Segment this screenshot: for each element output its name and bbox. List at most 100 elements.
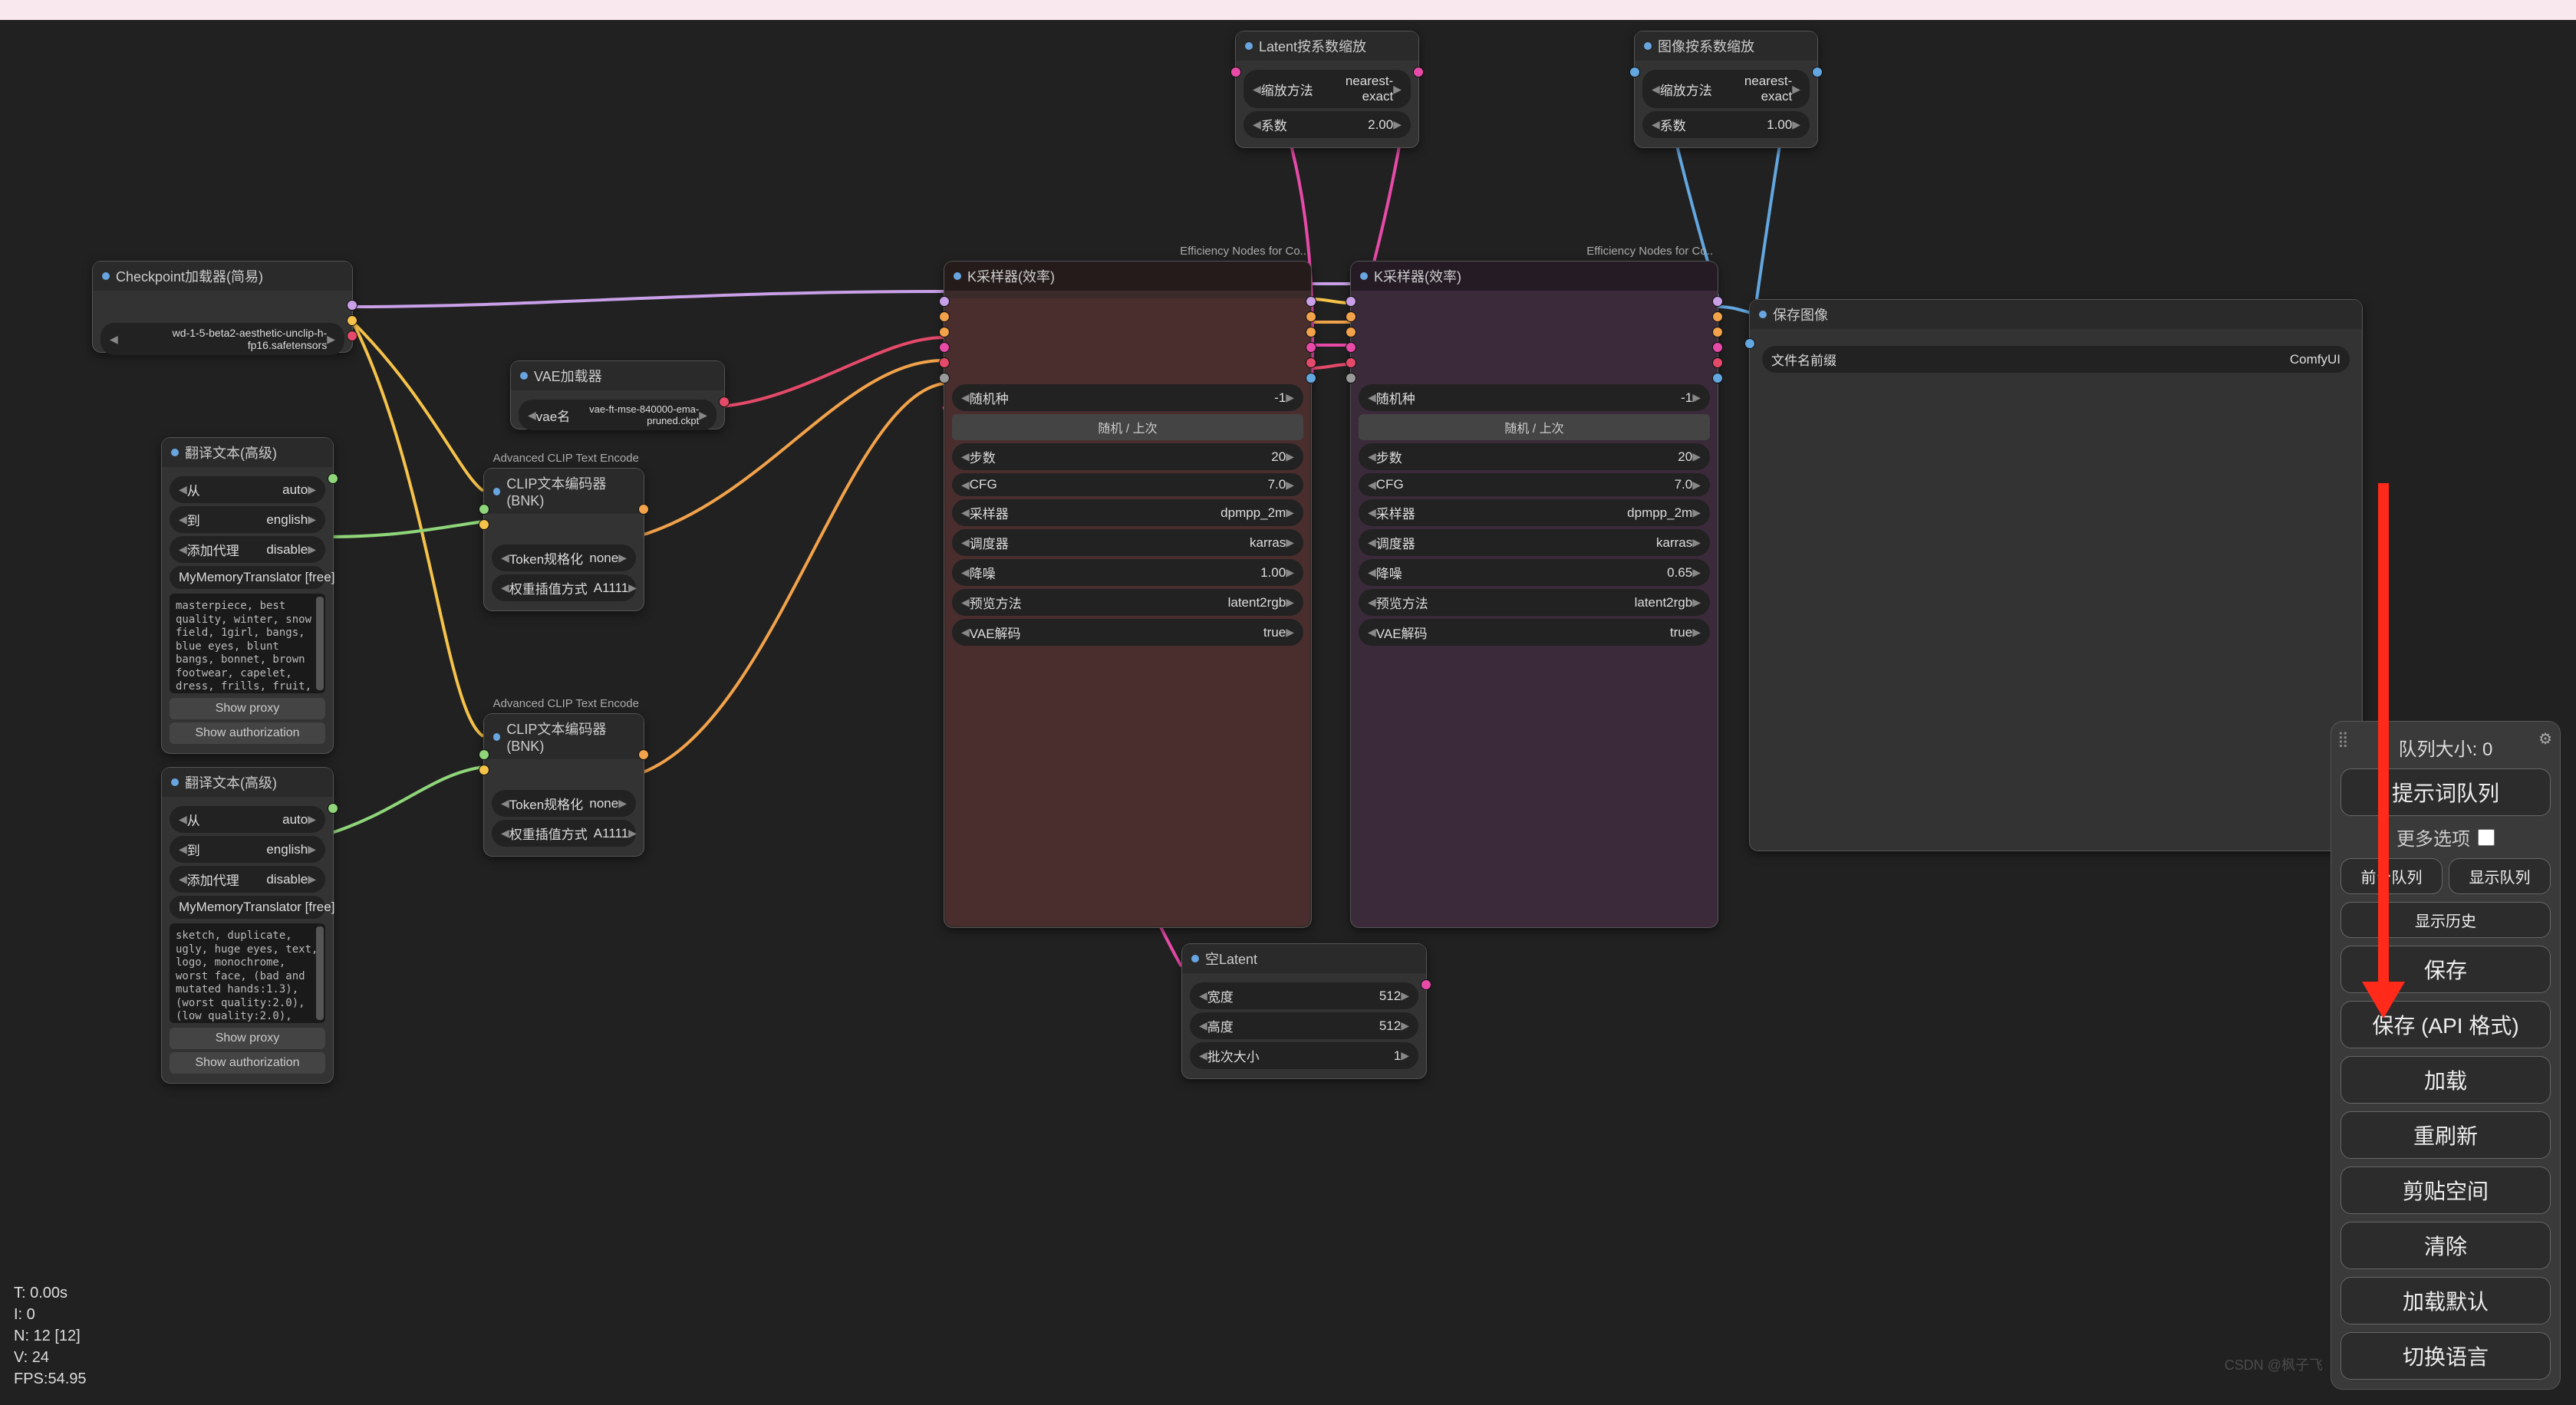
scheduler-widget[interactable]: ◀调度器karras▶ [1359,529,1710,556]
denoise-widget[interactable]: ◀降噪1.00▶ [952,559,1303,586]
show-auth-button[interactable]: Show authorization [170,1052,325,1074]
node-badge: Efficiency Nodes for Co.. [1586,245,1713,258]
node-title: CLIP文本编码器(BNK) [484,469,644,514]
node-translate-negative[interactable]: 翻译文本(高级) ◀从auto▶ ◀到english▶ ◀添加代理disable… [161,767,334,1084]
node-translate-positive[interactable]: 翻译文本(高级) ◀从auto▶ ◀到english▶ ◀添加代理disable… [161,437,334,754]
service-widget[interactable]: MyMemoryTranslator [free] [170,896,325,919]
to-widget[interactable]: ◀到english▶ [170,506,325,533]
node-save-image[interactable]: 保存图像 文件名前缀 ComfyUI [1749,299,2363,851]
stat-i: I: 0 [14,1304,87,1325]
seed-widget[interactable]: ◀随机种-1▶ [952,384,1303,411]
node-title: Latent按系数缩放 [1236,31,1418,61]
node-title: 图像按系数缩放 [1635,31,1817,61]
queue-prompt-button[interactable]: 提示词队列 [2340,768,2551,816]
node-graph-canvas[interactable]: Checkpoint加载器(简易) ◀ wd-1-5-beta2-aesthet… [0,0,2576,1405]
node-latent-scale[interactable]: Latent按系数缩放 ◀缩放方法nearest-exact▶ ◀系数2.00▶ [1235,31,1419,148]
node-title: Checkpoint加载器(简易) [93,262,352,291]
node-title: K采样器(效率) [1351,262,1718,291]
drag-grip-icon[interactable]: ⣿ [2337,729,2350,749]
node-clip-encode-negative[interactable]: Advanced CLIP Text Encode CLIP文本编码器(BNK)… [483,713,644,857]
width-widget[interactable]: ◀宽度512▶ [1190,982,1418,1009]
save-button[interactable]: 保存 [2340,946,2551,993]
refresh-button[interactable]: 重刷新 [2340,1111,2551,1159]
node-badge: Advanced CLIP Text Encode [493,452,639,465]
denoise-widget[interactable]: ◀降噪0.65▶ [1359,559,1710,586]
sampler-widget[interactable]: ◀采样器dpmpp_2m▶ [1359,499,1710,526]
vae-decode-widget[interactable]: ◀VAE解码true▶ [952,619,1303,646]
show-proxy-button[interactable]: Show proxy [170,1028,325,1049]
node-ksampler-2[interactable]: Efficiency Nodes for Co.. K采样器(效率) ◀随机种-… [1350,261,1718,928]
node-clip-encode-positive[interactable]: Advanced CLIP Text Encode CLIP文本编码器(BNK)… [483,468,644,611]
stat-v: V: 24 [14,1347,87,1368]
node-ksampler-1[interactable]: Efficiency Nodes for Co.. K采样器(效率) ◀随机种-… [944,261,1312,928]
factor-widget[interactable]: ◀系数1.00▶ [1642,111,1810,138]
node-title: CLIP文本编码器(BNK) [484,714,644,759]
show-auth-button[interactable]: Show authorization [170,722,325,744]
node-title: K采样器(效率) [944,262,1311,291]
node-title: 翻译文本(高级) [162,438,333,467]
node-title: 空Latent [1182,944,1426,973]
stats-overlay: T: 0.00s I: 0 N: 12 [12] V: 24 FPS:54.95 [14,1282,87,1390]
method-widget[interactable]: ◀缩放方法nearest-exact▶ [1642,70,1810,108]
method-widget[interactable]: ◀缩放方法nearest-exact▶ [1244,70,1411,108]
steps-widget[interactable]: ◀步数20▶ [1359,443,1710,470]
extra-options-checkbox[interactable] [2478,829,2495,846]
sampler-widget[interactable]: ◀采样器dpmpp_2m▶ [952,499,1303,526]
node-checkpoint-loader[interactable]: Checkpoint加载器(简易) ◀ wd-1-5-beta2-aesthet… [92,261,353,353]
filename-prefix-widget[interactable]: 文件名前缀 ComfyUI [1762,346,2350,373]
load-default-button[interactable]: 加载默认 [2340,1277,2551,1324]
preview-widget[interactable]: ◀预览方法latent2rgb▶ [952,589,1303,616]
to-widget[interactable]: ◀到english▶ [170,836,325,863]
height-widget[interactable]: ◀高度512▶ [1190,1012,1418,1039]
batch-widget[interactable]: ◀批次大小1▶ [1190,1042,1418,1069]
node-badge: Advanced CLIP Text Encode [493,697,639,710]
node-title: VAE加载器 [511,361,724,390]
clipspace-button[interactable]: 剪贴空间 [2340,1166,2551,1214]
seed-mode-button[interactable]: 随机 / 上次 [952,414,1303,440]
cfg-widget[interactable]: ◀CFG7.0▶ [952,473,1303,496]
node-title: 保存图像 [1750,300,2362,329]
clear-button[interactable]: 清除 [2340,1222,2551,1269]
load-button[interactable]: 加载 [2340,1056,2551,1104]
from-widget[interactable]: ◀从auto▶ [170,806,325,833]
node-image-scale[interactable]: 图像按系数缩放 ◀缩放方法nearest-exact▶ ◀系数1.00▶ [1634,31,1818,148]
view-queue-button[interactable]: 显示队列 [2449,858,2551,894]
node-vae-loader[interactable]: VAE加载器 ◀ vae名 vae-ft-mse-840000-ema-prun… [510,360,725,429]
text-widget[interactable]: sketch, duplicate, ugly, huge eyes, text… [170,923,325,1023]
cfg-widget[interactable]: ◀CFG7.0▶ [1359,473,1710,496]
ckpt-name-widget[interactable]: ◀ wd-1-5-beta2-aesthetic-unclip-h-fp16.s… [100,323,344,355]
toggle-language-button[interactable]: 切换语言 [2340,1332,2551,1380]
extra-options-label: 更多选项 [2396,824,2470,851]
settings-gear-icon[interactable]: ⚙ [2538,729,2552,749]
save-api-button[interactable]: 保存 (API 格式) [2340,1001,2551,1048]
proxy-widget[interactable]: ◀添加代理disable▶ [170,866,325,893]
token-norm-widget[interactable]: ◀Token规格化none▶ [492,790,636,817]
watermark: CSDN @枫子飞 [2225,1354,2323,1374]
stat-n: N: 12 [12] [14,1325,87,1347]
node-title: 翻译文本(高级) [162,768,333,797]
side-menu[interactable]: ⣿ ⚙ 队列大小: 0 提示词队列 更多选项 前台队列 显示队列 显示历史 保存… [2331,721,2561,1390]
stat-t: T: 0.00s [14,1282,87,1304]
token-norm-widget[interactable]: ◀Token规格化none▶ [492,545,636,571]
show-proxy-button[interactable]: Show proxy [170,698,325,719]
scheduler-widget[interactable]: ◀调度器karras▶ [952,529,1303,556]
weight-interp-widget[interactable]: ◀权重插值方式A1111▶ [492,574,636,601]
stat-fps: FPS:54.95 [14,1368,87,1390]
factor-widget[interactable]: ◀系数2.00▶ [1244,111,1411,138]
node-badge: Efficiency Nodes for Co.. [1180,245,1306,258]
vae-name-widget[interactable]: ◀ vae名 vae-ft-mse-840000-ema-pruned.ckpt… [519,400,716,430]
node-empty-latent[interactable]: 空Latent ◀宽度512▶ ◀高度512▶ ◀批次大小1▶ [1181,943,1427,1079]
text-widget[interactable]: masterpiece, best quality, winter, snow … [170,594,325,693]
steps-widget[interactable]: ◀步数20▶ [952,443,1303,470]
proxy-widget[interactable]: ◀添加代理disable▶ [170,536,325,563]
view-history-button[interactable]: 显示历史 [2340,902,2551,938]
seed-widget[interactable]: ◀随机种-1▶ [1359,384,1710,411]
queue-size-label: 队列大小: 0 [2340,734,2551,761]
weight-interp-widget[interactable]: ◀权重插值方式A1111▶ [492,820,636,847]
vae-decode-widget[interactable]: ◀VAE解码true▶ [1359,619,1710,646]
seed-mode-button[interactable]: 随机 / 上次 [1359,414,1710,440]
queue-front-button[interactable]: 前台队列 [2340,858,2443,894]
preview-widget[interactable]: ◀预览方法latent2rgb▶ [1359,589,1710,616]
service-widget[interactable]: MyMemoryTranslator [free] [170,566,325,589]
from-widget[interactable]: ◀从auto▶ [170,476,325,503]
